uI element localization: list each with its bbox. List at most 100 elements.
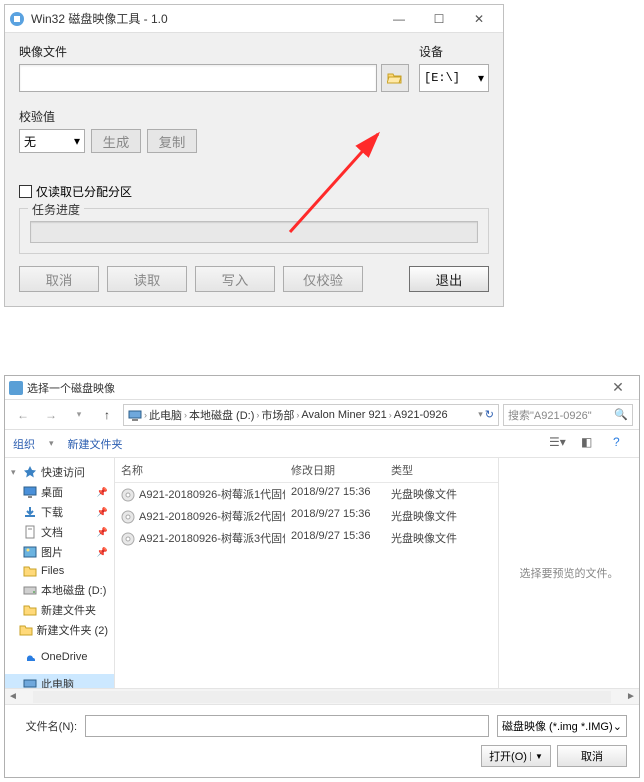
file-name: A921-20180926-树莓派2代固件 [139, 511, 285, 523]
dialog-icon [9, 381, 23, 395]
image-file-label: 映像文件 [19, 43, 409, 60]
sidebar-item[interactable]: 下载📌 [5, 502, 114, 522]
chevron-down-icon: ▾ [478, 71, 484, 86]
sidebar-item-label: 文档 [41, 524, 63, 540]
progress-label: 任务进度 [28, 201, 84, 218]
file-type: 光盘映像文件 [385, 527, 465, 549]
file-list: 名称 修改日期 类型 A921-20180926-树莓派1代固件2018/9/2… [115, 458, 499, 688]
dialog-toolbar: 组织▾ 新建文件夹 ☰▾ ◧ ? [5, 430, 639, 458]
read-only-allocated-label: 仅读取已分配分区 [36, 183, 132, 200]
horizontal-scrollbar[interactable]: ◄► [5, 688, 639, 704]
file-date: 2018/9/27 15:36 [285, 505, 385, 527]
file-row[interactable]: A921-20180926-树莓派2代固件2018/9/27 15:36光盘映像… [115, 505, 498, 527]
chevron-down-icon: ▾ [74, 134, 80, 148]
maximize-button[interactable]: ☐ [419, 7, 459, 31]
sidebar-item-label: 此电脑 [41, 676, 74, 688]
copy-button[interactable]: 复制 [147, 129, 197, 153]
sidebar-item-label: 新建文件夹 [41, 602, 96, 618]
cancel-button[interactable]: 取消 [557, 745, 627, 767]
image-file-input[interactable] [19, 64, 377, 92]
device-combo[interactable]: [E:\] ▾ [419, 64, 489, 92]
sidebar-item[interactable]: ▾快速访问 [5, 462, 114, 482]
sidebar-item[interactable]: 桌面📌 [5, 482, 114, 502]
device-value: [E:\] [424, 71, 460, 85]
breadcrumb-item[interactable]: Avalon Miner 921 [301, 409, 386, 421]
sidebar-item[interactable]: 图片📌 [5, 542, 114, 562]
filename-input[interactable] [85, 715, 489, 737]
exit-button[interactable]: 退出 [409, 266, 489, 292]
breadcrumb-dropdown[interactable]: ▾ [478, 409, 483, 420]
disk-imager-window: ⇔ Win32 磁盘映像工具 - 1.0 — ☐ ✕ 映像文件 设备 [4, 4, 504, 307]
resize-horizontal-icon: ⇔ [300, 0, 314, 3]
generate-button[interactable]: 生成 [91, 129, 141, 153]
sidebar-item[interactable]: 新建文件夹 [5, 600, 114, 620]
search-input[interactable]: 搜索"A921-0926" 🔍 [503, 404, 633, 426]
browse-button[interactable] [381, 64, 409, 92]
close-button[interactable]: ✕ [459, 7, 499, 31]
nav-up-button[interactable]: ↑ [95, 404, 119, 426]
nav-recent-button[interactable]: ▾ [67, 404, 91, 426]
search-placeholder: 搜索"A921-0926" [508, 407, 592, 423]
titlebar: Win32 磁盘映像工具 - 1.0 — ☐ ✕ [5, 5, 503, 33]
dialog-close-button[interactable]: ✕ [603, 379, 633, 396]
sidebar-item[interactable]: OneDrive [5, 648, 114, 666]
disc-image-icon [121, 510, 135, 524]
search-icon: 🔍 [614, 408, 628, 421]
file-name: A921-20180926-树莓派1代固件 [139, 489, 285, 501]
view-options-button[interactable]: ☰▾ [549, 435, 567, 453]
preview-placeholder: 选择要预览的文件。 [520, 565, 619, 581]
nav-back-button[interactable]: ← [11, 404, 35, 426]
chevron-down-icon: ⌄ [613, 720, 622, 733]
sidebar-item[interactable]: 此电脑 [5, 674, 114, 688]
app-icon [9, 11, 25, 27]
cancel-button[interactable]: 取消 [19, 266, 99, 292]
filter-value: 磁盘映像 (*.img *.IMG) [502, 718, 613, 734]
sidebar-item-label: 图片 [41, 544, 63, 560]
nav-forward-button[interactable]: → [39, 404, 63, 426]
open-button[interactable]: 打开(O) ▼ [481, 745, 551, 767]
sidebar-item-label: 本地磁盘 (D:) [41, 582, 106, 598]
sidebar-item[interactable]: 文档📌 [5, 522, 114, 542]
breadcrumb-item[interactable]: 市场部 [261, 407, 294, 423]
file-type: 光盘映像文件 [385, 483, 465, 505]
sidebar-item[interactable]: 新建文件夹 (2) [5, 620, 114, 640]
column-type[interactable]: 类型 [385, 458, 465, 482]
pc-icon [128, 408, 142, 422]
sidebar: ▾快速访问 桌面📌 下载📌 文档📌 图片📌 Files 本地磁盘 (D:) 新建… [5, 458, 115, 688]
column-name[interactable]: 名称 [115, 458, 285, 482]
breadcrumb-item[interactable]: 此电脑 [149, 407, 182, 423]
breadcrumb-item[interactable]: 本地磁盘 (D:) [189, 407, 254, 423]
disc-image-icon [121, 532, 135, 546]
window-title: Win32 磁盘映像工具 - 1.0 [31, 10, 379, 27]
new-folder-button[interactable]: 新建文件夹 [68, 436, 123, 452]
column-date[interactable]: 修改日期 [285, 458, 385, 482]
sidebar-item[interactable]: 本地磁盘 (D:) [5, 580, 114, 600]
folder-open-icon [387, 71, 403, 85]
file-filter-combo[interactable]: 磁盘映像 (*.img *.IMG) ⌄ [497, 715, 627, 737]
refresh-icon[interactable]: ↻ [485, 408, 494, 421]
file-date: 2018/9/27 15:36 [285, 483, 385, 505]
breadcrumb-item[interactable]: A921-0926 [394, 409, 448, 421]
nav-toolbar: ← → ▾ ↑ › 此电脑› 本地磁盘 (D:)› 市场部› Avalon Mi… [5, 400, 639, 430]
preview-pane-button[interactable]: ◧ [581, 435, 599, 453]
progress-group: 任务进度 [19, 208, 489, 254]
read-only-allocated-checkbox[interactable] [19, 185, 32, 198]
verify-button[interactable]: 仅校验 [283, 266, 363, 292]
file-row[interactable]: A921-20180926-树莓派3代固件2018/9/27 15:36光盘映像… [115, 527, 498, 549]
write-button[interactable]: 写入 [195, 266, 275, 292]
hash-combo[interactable]: 无 ▾ [19, 129, 85, 153]
device-label: 设备 [419, 43, 489, 60]
minimize-button[interactable]: — [379, 7, 419, 31]
file-type: 光盘映像文件 [385, 505, 465, 527]
help-button[interactable]: ? [613, 435, 631, 453]
read-button[interactable]: 读取 [107, 266, 187, 292]
breadcrumb[interactable]: › 此电脑› 本地磁盘 (D:)› 市场部› Avalon Miner 921›… [123, 404, 499, 426]
sidebar-item-label: 快速访问 [41, 464, 85, 480]
dialog-title: 选择一个磁盘映像 [27, 380, 603, 396]
file-row[interactable]: A921-20180926-树莓派1代固件2018/9/27 15:36光盘映像… [115, 483, 498, 505]
organize-menu[interactable]: 组织 [13, 436, 35, 452]
file-date: 2018/9/27 15:36 [285, 527, 385, 549]
disc-image-icon [121, 488, 135, 502]
sidebar-item-label: OneDrive [41, 651, 87, 663]
sidebar-item[interactable]: Files [5, 562, 114, 580]
